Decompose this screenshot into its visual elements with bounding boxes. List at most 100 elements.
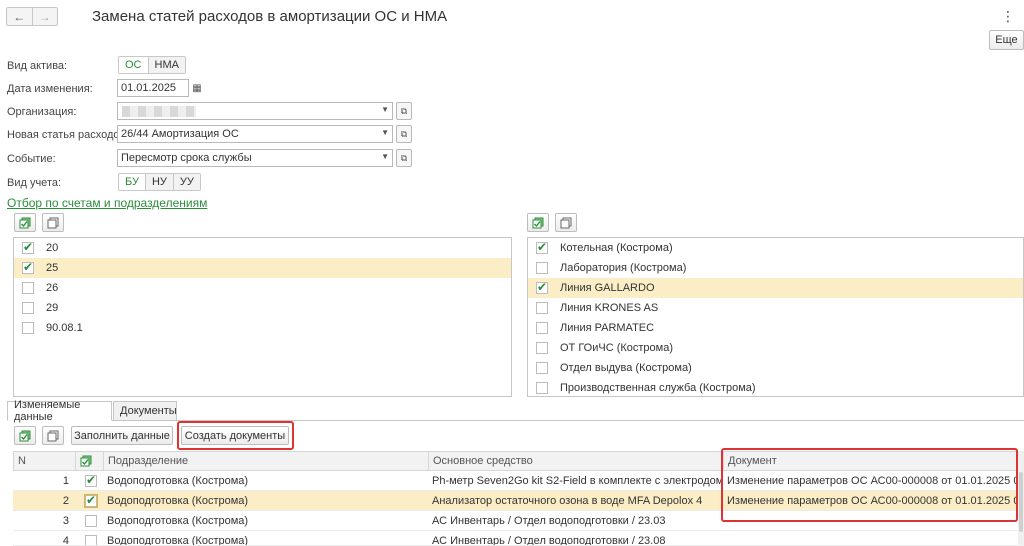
list-item[interactable]: 20 — [14, 238, 511, 258]
list-item-label: Линия PARMATEC — [560, 322, 655, 334]
dropdown-arrow-icon[interactable]: ▼ — [381, 105, 389, 114]
asset-type-toggle: ОС НМА — [118, 56, 186, 74]
row-department: Водоподготовка (Кострома) — [107, 515, 249, 527]
list-item-label: Линия KRONES AS — [560, 302, 659, 314]
checkbox[interactable] — [536, 262, 548, 274]
check-all-icon[interactable] — [14, 213, 36, 232]
asset-type-os[interactable]: ОС — [119, 57, 148, 73]
tab-documents[interactable]: Документы — [113, 401, 177, 421]
tab-changed-data[interactable]: Изменяемые данные — [7, 399, 112, 423]
row-number: 1 — [62, 475, 69, 487]
checkbox[interactable] — [536, 382, 548, 394]
accounts-list: 20 25 26 29 90.08.1 — [13, 237, 512, 397]
list-item-label: Линия GALLARDO — [560, 282, 655, 294]
uncheck-all-icon[interactable] — [42, 213, 64, 232]
checkbox[interactable] — [85, 515, 97, 527]
dropdown-arrow-icon[interactable]: ▼ — [381, 152, 389, 161]
fill-data-button[interactable]: Заполнить данные — [71, 426, 173, 445]
event-label: Событие: — [7, 153, 56, 165]
checkbox[interactable] — [536, 362, 548, 374]
filter-link[interactable]: Отбор по счетам и подразделениям — [7, 196, 207, 210]
organization-field[interactable]: ▼ — [117, 102, 393, 120]
list-item[interactable]: Производственная служба (Кострома) — [528, 378, 1023, 396]
event-value: Пересмотр срока службы — [121, 152, 252, 164]
col-department[interactable]: Подразделение — [104, 452, 429, 470]
row-checkbox[interactable] — [81, 531, 103, 545]
kebab-menu-icon[interactable]: ⋮ — [1001, 8, 1015, 25]
expense-item-field[interactable]: 26/44 Амортизация ОС ▼ — [117, 125, 393, 143]
list-item[interactable]: ОТ ГОиЧС (Кострома) — [528, 338, 1023, 358]
open-expense-item-icon[interactable]: ⧉ — [396, 125, 412, 143]
forward-arrow-icon[interactable]: → — [31, 8, 58, 25]
asset-type-nma[interactable]: НМА — [147, 57, 185, 73]
list-item[interactable]: 26 — [14, 278, 511, 298]
accounting-type-label: Вид учета: — [7, 177, 62, 189]
col-check-icon[interactable] — [76, 452, 104, 470]
checkbox[interactable] — [536, 302, 548, 314]
checkbox[interactable] — [85, 473, 97, 487]
list-item-label: Котельная (Кострома) — [560, 242, 673, 254]
checkbox[interactable] — [22, 240, 34, 254]
checkbox[interactable] — [84, 493, 98, 508]
list-item[interactable]: Котельная (Кострома) — [528, 238, 1023, 258]
open-organization-icon[interactable]: ⧉ — [396, 102, 412, 120]
table-row[interactable]: 4 Водоподготовка (Кострома) АС Инвентарь… — [13, 531, 1018, 546]
col-n[interactable]: N — [14, 452, 76, 470]
checkbox[interactable] — [536, 322, 548, 334]
departments-list: Котельная (Кострома) Лаборатория (Костро… — [527, 237, 1024, 397]
row-number: 3 — [62, 515, 69, 527]
row-asset: Анализатор остаточного озона в воде MFA … — [432, 495, 703, 507]
scrollbar-thumb[interactable] — [1019, 472, 1023, 532]
row-department: Водоподготовка (Кострома) — [107, 495, 249, 507]
list-item[interactable]: 29 — [14, 298, 511, 318]
check-all-icon[interactable] — [527, 213, 549, 232]
uncheck-all-icon[interactable] — [42, 426, 64, 445]
row-checkbox[interactable] — [81, 511, 103, 531]
page-title: Замена статей расходов в амортизации ОС … — [92, 8, 448, 25]
organization-label: Организация: — [7, 106, 77, 118]
asset-type-label: Вид актива: — [7, 60, 68, 72]
checkbox[interactable] — [536, 280, 548, 294]
list-item-label: 25 — [46, 262, 59, 274]
checkbox[interactable] — [22, 322, 34, 334]
list-item[interactable]: Лаборатория (Кострома) — [528, 258, 1023, 278]
list-item-label: Производственная служба (Кострома) — [560, 382, 756, 394]
list-item[interactable]: Отдел выдува (Кострома) — [528, 358, 1023, 378]
back-arrow-icon[interactable]: ← — [7, 8, 32, 25]
row-asset: АС Инвентарь / Отдел водоподготовки / 23… — [432, 515, 666, 527]
checkbox[interactable] — [22, 282, 34, 294]
checkbox[interactable] — [22, 302, 34, 314]
accounting-type-nu[interactable]: НУ — [144, 174, 173, 190]
row-number: 2 — [62, 495, 69, 507]
list-item-label: 90.08.1 — [46, 322, 83, 334]
checkbox[interactable] — [22, 260, 34, 274]
row-department: Водоподготовка (Кострома) — [107, 475, 249, 487]
row-checkbox[interactable] — [81, 491, 103, 511]
list-item[interactable]: Линия PARMATEC — [528, 318, 1023, 338]
list-item[interactable]: 90.08.1 — [14, 318, 511, 338]
accounting-type-bu[interactable]: БУ — [119, 174, 145, 190]
more-button[interactable]: Еще — [989, 30, 1024, 50]
list-item[interactable]: Линия GALLARDO — [528, 278, 1023, 298]
open-event-icon[interactable]: ⧉ — [396, 149, 412, 167]
expense-item-value: 26/44 Амортизация ОС — [121, 128, 239, 140]
checkbox[interactable] — [85, 535, 97, 545]
col-asset[interactable]: Основное средство — [429, 452, 724, 470]
row-checkbox[interactable] — [81, 471, 103, 491]
list-item-label: Отдел выдува (Кострома) — [560, 362, 692, 374]
create-documents-button[interactable]: Создать документы — [181, 426, 289, 445]
checkbox[interactable] — [536, 342, 548, 354]
change-date-field[interactable]: 01.01.2025 — [117, 79, 189, 97]
list-item[interactable]: 25 — [14, 258, 511, 278]
calendar-icon[interactable]: ▦ — [189, 79, 205, 97]
accounting-type-uu[interactable]: УУ — [172, 174, 200, 190]
check-all-icon[interactable] — [14, 426, 36, 445]
row-number: 4 — [62, 535, 69, 546]
list-item[interactable]: Линия KRONES AS — [528, 298, 1023, 318]
row-document[interactable] — [723, 531, 1016, 545]
checkbox[interactable] — [536, 240, 548, 254]
uncheck-all-icon[interactable] — [555, 213, 577, 232]
dropdown-arrow-icon[interactable]: ▼ — [381, 128, 389, 137]
list-item-label: ОТ ГОиЧС (Кострома) — [560, 342, 674, 354]
event-field[interactable]: Пересмотр срока службы ▼ — [117, 149, 393, 167]
